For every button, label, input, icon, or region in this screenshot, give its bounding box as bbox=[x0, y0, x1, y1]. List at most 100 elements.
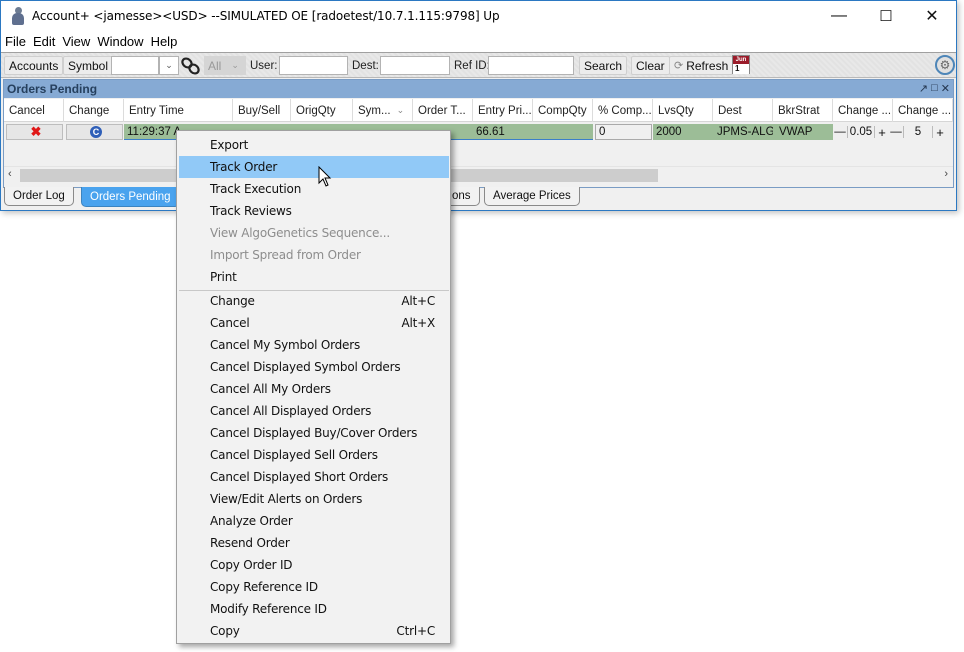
col-dest[interactable]: Dest bbox=[713, 99, 773, 122]
settings-gear-icon[interactable]: ⚙ bbox=[935, 55, 955, 75]
tab-order-log[interactable]: Order Log bbox=[4, 187, 74, 206]
toolbar: Accounts Symbol ⌄ All ⌄ User: Dest: Ref … bbox=[1, 52, 956, 78]
symbol-button[interactable]: Symbol bbox=[63, 56, 114, 75]
account-filter-select[interactable]: All ⌄ bbox=[204, 56, 246, 75]
sort-chevron-icon: ⌄ bbox=[396, 105, 405, 115]
menu-item-cancel-displayed-sell[interactable]: Cancel Displayed Sell Orders bbox=[179, 444, 449, 466]
steppers: — 0.05 + — 5 + bbox=[833, 124, 953, 140]
col-entry-price[interactable]: Entry Pri... bbox=[473, 99, 533, 122]
bkr-strat-value: VWAP bbox=[773, 124, 833, 140]
col-comp-qty[interactable]: CompQty bbox=[533, 99, 593, 122]
col-change-price[interactable]: Change ... bbox=[833, 99, 893, 122]
col-order-type[interactable]: Order T... bbox=[413, 99, 473, 122]
col-lvs-qty[interactable]: LvsQty bbox=[653, 99, 713, 122]
user-icon bbox=[10, 7, 26, 25]
tab-orders-pending[interactable]: Orders Pending bbox=[81, 187, 180, 207]
menu-help[interactable]: Help bbox=[151, 34, 178, 49]
close-button[interactable]: ✕ bbox=[909, 1, 955, 31]
refid-input[interactable] bbox=[488, 56, 574, 75]
menu-item-print[interactable]: Print bbox=[179, 266, 449, 288]
tab-average-prices[interactable]: Average Prices bbox=[484, 187, 580, 206]
menu-item-modify-reference-id[interactable]: Modify Reference ID bbox=[179, 598, 449, 620]
horizontal-scrollbar[interactable]: ‹ › bbox=[4, 166, 953, 183]
symbol-input[interactable] bbox=[111, 56, 159, 75]
menu-view[interactable]: View bbox=[62, 34, 90, 49]
entry-price-value: 66.61 bbox=[476, 125, 505, 138]
account-filter-value: All bbox=[208, 58, 222, 73]
menu-item-import-spread: Import Spread from Order bbox=[210, 248, 361, 262]
col-pct-comp[interactable]: % Comp... bbox=[593, 99, 653, 122]
context-menu: Export Track Order Track Execution Track… bbox=[176, 130, 451, 644]
shortcut-label: Alt+C bbox=[401, 294, 435, 308]
qty-increment-button[interactable]: + bbox=[933, 125, 947, 140]
col-symbol[interactable]: Sym... ⌄ bbox=[353, 99, 413, 122]
menu-item-resend-order[interactable]: Resend Order bbox=[179, 532, 449, 554]
menu-item-copy[interactable]: Copy Ctrl+C bbox=[179, 620, 449, 642]
menu-item-cancel-all-displayed-orders[interactable]: Cancel All Displayed Orders bbox=[179, 400, 449, 422]
menu-item-view-edit-alerts[interactable]: View/Edit Alerts on Orders bbox=[179, 488, 449, 510]
menu-item-cancel-my-symbol-orders[interactable]: Cancel My Symbol Orders bbox=[179, 334, 449, 356]
col-change[interactable]: Change bbox=[64, 99, 124, 122]
refresh-label: Refresh bbox=[686, 58, 729, 73]
link-icon[interactable] bbox=[180, 56, 204, 75]
menu-edit[interactable]: Edit bbox=[33, 34, 55, 49]
menu-item-view-algogenetics: View AlgoGenetics Sequence... bbox=[210, 226, 391, 240]
menu-item-track-reviews[interactable]: Track Reviews bbox=[179, 200, 449, 222]
pct-comp-input[interactable]: 0 bbox=[595, 124, 652, 140]
main-window: Account+ <jamesse><USD> --SIMULATED OE [… bbox=[0, 0, 957, 211]
orders-pending-panel: Orders Pending ↗ □ ✕ Cancel Change Entry… bbox=[3, 79, 954, 188]
menu-item-copy-order-id[interactable]: Copy Order ID bbox=[179, 554, 449, 576]
change-order-button[interactable]: C bbox=[66, 124, 123, 140]
menu-item-cancel-displayed-symbol-orders[interactable]: Cancel Displayed Symbol Orders bbox=[179, 356, 449, 378]
calendar-icon[interactable]: Jun 1 bbox=[732, 55, 750, 74]
undock-icon[interactable]: ↗ bbox=[919, 82, 928, 95]
col-bkr-strat[interactable]: BkrStrat bbox=[773, 99, 833, 122]
orders-table-header: Cancel Change Entry Time Buy/Sell OrigQt… bbox=[4, 99, 953, 122]
refresh-button[interactable]: ⟳ Refresh bbox=[669, 56, 734, 75]
menu-item-analyze-order[interactable]: Analyze Order bbox=[179, 510, 449, 532]
menu-item-export[interactable]: Export bbox=[179, 134, 449, 156]
minimize-button[interactable]: — bbox=[816, 1, 862, 31]
menu-item-cancel-displayed-buy-cover[interactable]: Cancel Displayed Buy/Cover Orders bbox=[179, 422, 449, 444]
bottom-tabs: Order Log Orders Pending ons Average Pri… bbox=[1, 187, 956, 210]
user-input[interactable] bbox=[279, 56, 348, 75]
user-label: User: bbox=[250, 59, 278, 72]
panel-title: Orders Pending bbox=[7, 82, 98, 96]
menu-window[interactable]: Window bbox=[97, 34, 143, 49]
table-row[interactable]: ✖ C 11:29:37 A 66.61 0 2000 JPMS-ALGC VW… bbox=[4, 123, 953, 141]
qty-decrement-button[interactable]: — bbox=[889, 126, 903, 138]
close-panel-icon[interactable]: ✕ bbox=[941, 82, 950, 95]
col-buy-sell[interactable]: Buy/Sell bbox=[233, 99, 291, 122]
menu-item-cancel[interactable]: Cancel Alt+X bbox=[179, 312, 449, 334]
title-bar[interactable]: Account+ <jamesse><USD> --SIMULATED OE [… bbox=[1, 1, 956, 31]
price-step-value[interactable]: 0.05 bbox=[847, 126, 875, 138]
dest-input[interactable] bbox=[380, 56, 450, 75]
menu-item-change[interactable]: Change Alt+C bbox=[179, 290, 449, 312]
col-change-qty[interactable]: Change ... bbox=[893, 99, 953, 122]
menu-file[interactable]: File bbox=[5, 34, 26, 49]
col-entry-time[interactable]: Entry Time bbox=[124, 99, 233, 122]
change-c-icon: C bbox=[90, 126, 102, 138]
menu-item-copy-reference-id[interactable]: Copy Reference ID bbox=[179, 576, 449, 598]
qty-step-value[interactable]: 5 bbox=[903, 126, 933, 138]
menu-item-track-order[interactable]: Track Order bbox=[179, 156, 449, 178]
clear-button[interactable]: Clear bbox=[631, 56, 670, 75]
scroll-left-icon[interactable]: ‹ bbox=[8, 168, 12, 180]
symbol-dropdown-chevron-icon[interactable]: ⌄ bbox=[159, 56, 179, 75]
menu-bar: File Edit View Window Help bbox=[1, 31, 956, 52]
price-decrement-button[interactable]: — bbox=[833, 126, 847, 138]
scroll-right-icon[interactable]: › bbox=[944, 168, 948, 180]
maximize-panel-icon[interactable]: □ bbox=[931, 82, 938, 95]
menu-item-cancel-all-my-orders[interactable]: Cancel All My Orders bbox=[179, 378, 449, 400]
refresh-icon: ⟳ bbox=[674, 60, 684, 72]
chevron-down-icon: ⌄ bbox=[231, 60, 239, 70]
cancel-order-button[interactable]: ✖ bbox=[6, 124, 63, 140]
menu-item-cancel-displayed-short[interactable]: Cancel Displayed Short Orders bbox=[179, 466, 449, 488]
col-orig-qty[interactable]: OrigQty bbox=[291, 99, 353, 122]
accounts-button[interactable]: Accounts bbox=[4, 56, 64, 75]
col-cancel[interactable]: Cancel bbox=[4, 99, 64, 122]
menu-item-track-execution[interactable]: Track Execution bbox=[179, 178, 449, 200]
maximize-button[interactable]: ☐ bbox=[863, 1, 909, 31]
price-increment-button[interactable]: + bbox=[875, 125, 889, 140]
search-button[interactable]: Search bbox=[579, 56, 628, 75]
